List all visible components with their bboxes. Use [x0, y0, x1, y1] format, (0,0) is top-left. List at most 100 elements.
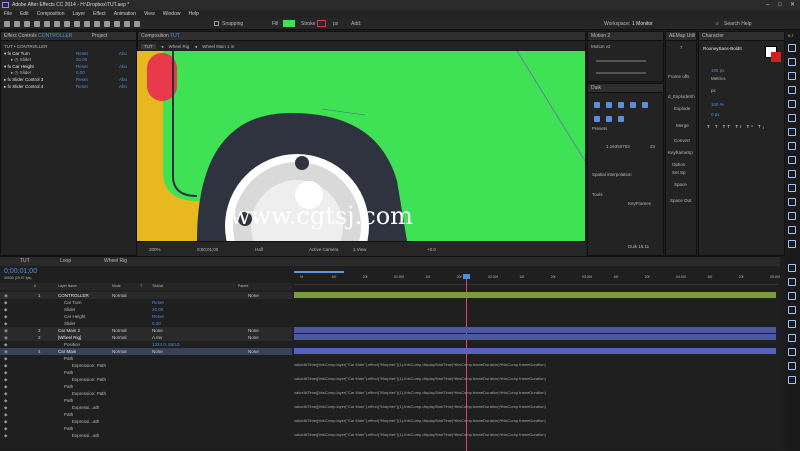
adjustment-layer-icon[interactable] — [788, 348, 796, 356]
distribute-tool-icon[interactable] — [788, 58, 796, 66]
layer-row[interactable]: 3 [Wheel Rig] Normal A.Inv None ◉ — [0, 334, 292, 341]
property-row[interactable]: Path ◆ — [0, 425, 292, 432]
property-row[interactable]: Expression: Path ◆ — [0, 362, 292, 369]
property-row[interactable]: Car Turn Reset ◆ — [0, 299, 292, 306]
offset-path-icon[interactable] — [788, 184, 796, 192]
fill-swatch[interactable] — [283, 20, 295, 27]
slider-value[interactable]: 0.00 — [76, 70, 85, 75]
property-row[interactable]: Expressi...ath ◆ — [0, 418, 292, 425]
convert-button[interactable]: Convert — [674, 138, 690, 143]
layer-number[interactable]: 2 — [38, 327, 41, 334]
track-controller[interactable] — [294, 292, 776, 298]
snapping-checkbox[interactable] — [214, 21, 219, 26]
layer-mode[interactable]: Normal — [112, 292, 127, 299]
property-row[interactable]: Expressi...ath ◆ — [0, 404, 292, 411]
tab-project[interactable]: Project — [92, 33, 108, 39]
tab-effect-controls[interactable]: Effect Controls — [4, 33, 37, 39]
layer-parent[interactable]: None — [248, 334, 259, 341]
solid-layer-icon[interactable] — [788, 334, 796, 342]
layer-trkmat[interactable]: A.Inv — [152, 334, 162, 341]
effect-item-slider-control-3[interactable]: ▸ fx Slider Control 3 — [4, 77, 43, 83]
layer-parent[interactable]: None — [248, 292, 259, 299]
layer-row[interactable]: 2 Car Main 2 Normal None None ◉ — [0, 327, 292, 334]
duik-rename-icon[interactable] — [642, 102, 648, 108]
keyframe-nav-icon[interactable]: ◆ — [4, 397, 7, 404]
zoom-select[interactable]: 200% — [149, 242, 161, 257]
render-icon[interactable] — [788, 376, 796, 384]
stroke-color-swatch[interactable] — [771, 52, 781, 62]
font-family-select[interactable]: RooneySans-BoldIt — [703, 46, 742, 51]
keyframe-nav-icon[interactable]: ◆ — [4, 390, 7, 397]
visibility-eye-icon[interactable]: ◉ — [4, 292, 8, 299]
menu-view[interactable]: View — [144, 10, 155, 18]
menu-edit[interactable]: Edit — [20, 10, 29, 18]
reset-button[interactable]: Reset — [76, 77, 88, 82]
shape-tool-icon[interactable] — [64, 21, 70, 27]
keyframe-nav-icon[interactable]: ◆ — [4, 313, 7, 320]
precompose-icon[interactable] — [788, 362, 796, 370]
duik-bone-icon[interactable] — [594, 102, 600, 108]
keyframe-nav-icon[interactable]: ◆ — [4, 404, 7, 411]
layer-trkmat[interactable]: Reset — [152, 313, 164, 320]
aemap-value[interactable]: 7 — [680, 45, 683, 50]
layer-trkmat[interactable]: None — [152, 327, 163, 334]
view-layout-select[interactable]: 1 View — [353, 242, 366, 257]
resolution-select[interactable]: Half — [255, 242, 263, 257]
merge-button[interactable]: Merge — [676, 123, 689, 128]
eraser-tool-icon[interactable] — [114, 21, 120, 27]
tab-tut[interactable]: TUT — [20, 257, 30, 266]
crumb-tut[interactable]: TUT — [141, 44, 156, 49]
about-button[interactable]: Abo — [119, 51, 127, 56]
motion-slider-2[interactable] — [596, 72, 646, 74]
motion-slider-1[interactable] — [596, 60, 646, 62]
duik-key-both-icon[interactable] — [618, 116, 624, 122]
layer-parent[interactable]: None — [248, 327, 259, 334]
twist-icon[interactable] — [788, 226, 796, 234]
text-icon[interactable] — [788, 320, 796, 328]
keyframe-nav-icon[interactable]: ◆ — [4, 320, 7, 327]
close-button[interactable]: ✕ — [790, 0, 795, 10]
time-ruler[interactable]: 0f 10f 20f 01:00f 10f 20f 02:00f 10f 20f 03:00f 10… — [294, 269, 780, 285]
keyframe-nav-icon[interactable]: ◆ — [4, 306, 7, 313]
wiggle-paths-icon[interactable] — [788, 198, 796, 206]
keyframe-nav-icon[interactable]: ◆ — [4, 369, 7, 376]
layer-row[interactable]: 1 CONTROLLER Normal None ◉ — [0, 292, 292, 299]
duik-presets-label[interactable]: Presets — [592, 126, 607, 131]
keyframe-nav-icon[interactable]: ◆ — [4, 418, 7, 425]
property-row[interactable]: Position 1324.0, 550.0 ◆ — [0, 341, 292, 348]
text-tool-icon[interactable] — [84, 21, 90, 27]
camera-tool-icon[interactable] — [44, 21, 50, 27]
property-row[interactable]: Car Height Reset ◆ — [0, 313, 292, 320]
work-area-bar[interactable] — [294, 271, 344, 273]
hand-tool-icon[interactable] — [14, 21, 20, 27]
layer-trkmat[interactable]: Reset — [152, 299, 164, 306]
keyframe-nav-icon[interactable]: ◆ — [4, 432, 7, 439]
current-timecode[interactable]: 0;00;01;00 — [4, 268, 37, 275]
roto-brush-tool-icon[interactable] — [124, 21, 130, 27]
minimize-button[interactable]: – — [766, 0, 769, 10]
anchor-tool-icon[interactable] — [788, 72, 796, 80]
brush-tool-icon[interactable] — [94, 21, 100, 27]
expression-text[interactable]: valueAtTime([thisComp.layer("Car Main").… — [294, 376, 774, 381]
slider-property[interactable]: ▸ ◷ Slider — [11, 57, 31, 63]
link-icon[interactable] — [788, 278, 796, 286]
playhead-handle[interactable] — [463, 274, 470, 279]
tab-loop[interactable]: Loop — [60, 257, 71, 266]
camera-select[interactable]: Active Camera — [309, 242, 339, 257]
stroke-swatch[interactable] — [317, 20, 326, 27]
light-icon[interactable] — [788, 306, 796, 314]
workspace-select[interactable]: 1 Monitor — [632, 20, 653, 28]
layer-number[interactable]: 4 — [38, 348, 41, 355]
keyframe-nav-icon[interactable]: ◆ — [4, 341, 7, 348]
keyframe-nav-icon[interactable]: ◆ — [4, 376, 7, 383]
mask-tool-icon[interactable] — [788, 114, 796, 122]
property-row[interactable]: Path ◆ — [0, 397, 292, 404]
visibility-eye-icon[interactable]: ◉ — [4, 348, 8, 355]
tab-wheel-rig[interactable]: Wheel Rig — [104, 257, 127, 266]
space-button[interactable]: Space — [674, 182, 687, 187]
duik-value-field[interactable]: 1.16350753 — [606, 144, 630, 149]
slider-property[interactable]: ▸ ◷ Slider — [11, 70, 31, 76]
expression-text[interactable]: valueAtTime([thisComp.layer("Car Main").… — [294, 418, 774, 423]
set-space-radio[interactable]: Set Sp — [672, 170, 686, 175]
keyframe-nav-icon[interactable]: ◆ — [4, 425, 7, 432]
